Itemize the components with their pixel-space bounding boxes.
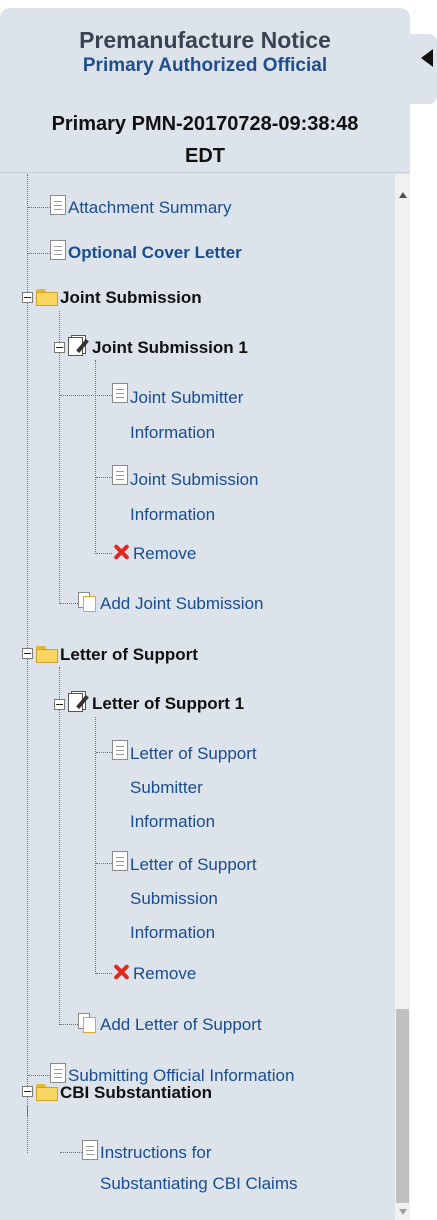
tree-item-label: CBI Substantiation bbox=[60, 1083, 213, 1102]
edit-form-icon bbox=[68, 335, 90, 357]
tree-connector bbox=[59, 311, 60, 604]
collapse-letter-of-support-toggle[interactable] bbox=[22, 648, 33, 659]
add-document-icon bbox=[78, 1012, 98, 1034]
header-divider bbox=[0, 172, 410, 173]
tree-item-attachment-summary[interactable]: Attachment Summary bbox=[50, 192, 231, 223]
collapse-letter-of-support-1-toggle[interactable] bbox=[54, 699, 65, 710]
tree-connector bbox=[96, 863, 112, 864]
label-line: Information bbox=[130, 923, 216, 942]
tree-item-label: Remove bbox=[133, 964, 197, 983]
tree-connector bbox=[27, 1105, 28, 1153]
tree-connector bbox=[27, 174, 28, 1116]
tree-connector bbox=[28, 1075, 50, 1076]
document-icon bbox=[112, 740, 128, 760]
document-icon bbox=[50, 240, 66, 260]
tree-item-label: Remove bbox=[133, 544, 197, 563]
remove-letter-of-support-1-button[interactable]: Remove bbox=[112, 958, 196, 989]
tree-item-optional-cover-letter[interactable]: Optional Cover Letter bbox=[50, 237, 242, 268]
document-icon bbox=[82, 1140, 98, 1160]
tree-item-label: Letter of Support bbox=[60, 645, 198, 664]
folder-icon bbox=[36, 646, 58, 663]
label-line: Joint Submission bbox=[130, 470, 259, 489]
tree-folder-joint-submission[interactable]: Joint Submission bbox=[36, 282, 202, 313]
add-document-icon bbox=[78, 591, 98, 613]
tree-connector bbox=[28, 253, 50, 254]
tree-item-label: Add Joint Submission bbox=[100, 594, 264, 613]
navigation-tree: Attachment Summary Optional Cover Letter… bbox=[0, 174, 395, 1220]
tree-item-los-submission-information[interactable]: Letter of Support Submission Information bbox=[112, 848, 257, 950]
panel-title: Premanufacture Notice bbox=[79, 27, 331, 53]
collapse-joint-submission-1-toggle[interactable] bbox=[54, 342, 65, 353]
tree-connector bbox=[60, 1152, 82, 1153]
tree-item-label: Joint Submission Information bbox=[130, 462, 259, 532]
label-line: Submitter bbox=[130, 778, 203, 797]
tree-item-label: Instructions for Substantiating CBI Clai… bbox=[100, 1137, 297, 1199]
collapse-joint-submission-toggle[interactable] bbox=[22, 292, 33, 303]
remove-joint-submission-1-button[interactable]: Remove bbox=[112, 538, 196, 569]
tree-item-joint-submitter-information[interactable]: Joint Submitter Information bbox=[112, 380, 243, 450]
panel-subtitle: Primary Authorized Official bbox=[82, 55, 328, 76]
tree-connector bbox=[95, 717, 96, 974]
tree-item-label: Attachment Summary bbox=[68, 198, 232, 217]
label-line: Information bbox=[130, 505, 216, 524]
submission-id: Primary PMN-20170728-09:38:48 EDT bbox=[0, 108, 410, 172]
tree-item-label: Letter of Support Submitter Information bbox=[130, 737, 257, 839]
scroll-down-arrow-icon[interactable] bbox=[399, 1209, 407, 1215]
submission-id-line-1: Primary PMN-20170728-09:38:48 bbox=[51, 113, 359, 135]
tree-folder-letter-of-support[interactable]: Letter of Support bbox=[36, 639, 198, 670]
document-icon bbox=[112, 383, 128, 403]
tree-item-cbi-instructions[interactable]: Instructions for Substantiating CBI Clai… bbox=[82, 1137, 297, 1199]
collapse-arrow-icon[interactable] bbox=[421, 49, 433, 67]
folder-icon bbox=[36, 289, 58, 306]
label-line: Letter of Support bbox=[130, 855, 257, 874]
tree-item-label: Joint Submission bbox=[60, 288, 202, 307]
tree-connector bbox=[96, 752, 112, 753]
add-letter-of-support-button[interactable]: Add Letter of Support bbox=[78, 1009, 262, 1040]
tree-connector bbox=[96, 477, 112, 478]
tree-item-label: Letter of Support 1 bbox=[92, 694, 245, 713]
tree-item-letter-of-support-1[interactable]: Letter of Support 1 bbox=[68, 688, 244, 719]
tree-item-joint-submission-1[interactable]: Joint Submission 1 bbox=[68, 332, 248, 363]
document-icon bbox=[112, 851, 128, 871]
label-line: Joint Submitter bbox=[130, 388, 244, 407]
tree-item-label: Add Letter of Support bbox=[100, 1015, 262, 1034]
label-line: Substantiating CBI Claims bbox=[100, 1174, 298, 1193]
tree-item-joint-submission-information[interactable]: Joint Submission Information bbox=[112, 462, 259, 532]
label-line: Letter of Support bbox=[130, 744, 257, 763]
tree-item-label: Optional Cover Letter bbox=[68, 243, 242, 262]
label-line: Information bbox=[130, 812, 216, 831]
tree-item-los-submitter-information[interactable]: Letter of Support Submitter Information bbox=[112, 737, 257, 839]
label-line: Submission bbox=[130, 889, 218, 908]
document-icon bbox=[50, 195, 66, 215]
red-x-icon bbox=[112, 541, 131, 563]
tree-connector bbox=[60, 603, 78, 604]
scrollbar-thumb[interactable] bbox=[396, 1009, 409, 1203]
tree-item-label: Letter of Support Submission Information bbox=[130, 848, 257, 950]
tree-connector bbox=[59, 667, 60, 1025]
tree-item-label: Joint Submitter Information bbox=[130, 380, 243, 450]
label-line: Information bbox=[130, 423, 216, 442]
add-joint-submission-button[interactable]: Add Joint Submission bbox=[78, 588, 263, 619]
tree-folder-cbi-substantiation[interactable]: CBI Substantiation bbox=[36, 1077, 212, 1108]
collapse-cbi-substantiation-toggle[interactable] bbox=[22, 1086, 33, 1097]
tree-connector bbox=[95, 360, 96, 554]
tree-connector bbox=[96, 553, 112, 554]
scroll-up-arrow-icon[interactable] bbox=[399, 192, 407, 198]
tree-connector bbox=[60, 1024, 78, 1025]
edit-form-icon bbox=[68, 691, 90, 713]
document-icon bbox=[112, 465, 128, 485]
collapse-panel-tab[interactable] bbox=[408, 34, 437, 104]
tree-item-label: Joint Submission 1 bbox=[92, 338, 248, 357]
red-x-icon bbox=[112, 961, 131, 983]
tree-connector bbox=[28, 207, 50, 208]
label-line: Instructions for bbox=[100, 1143, 212, 1162]
folder-icon bbox=[36, 1084, 58, 1101]
tree-connector bbox=[60, 395, 112, 396]
submission-id-line-2: EDT bbox=[185, 145, 225, 167]
tree-connector bbox=[96, 973, 112, 974]
